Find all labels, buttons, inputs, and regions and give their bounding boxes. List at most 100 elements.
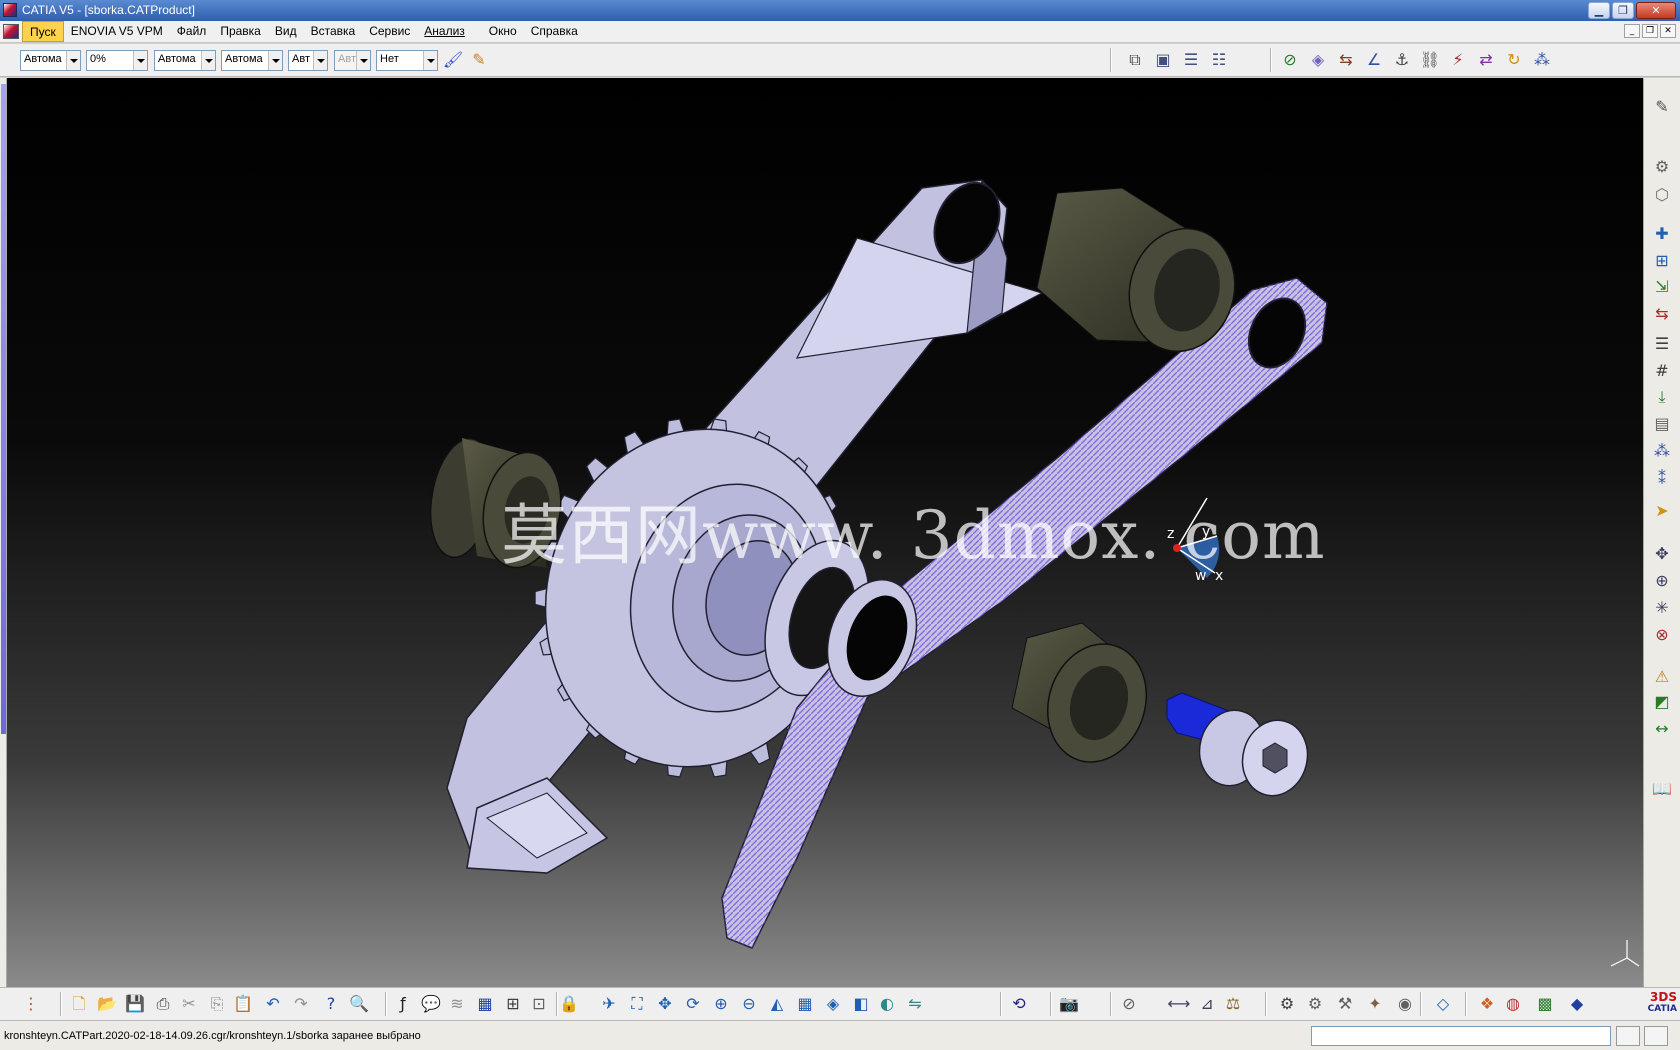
fit-all-icon[interactable]: ⛶ (626, 993, 648, 1015)
measure-inertia-icon[interactable]: ⚖ (1222, 993, 1244, 1015)
menu-tools[interactable]: Сервис (362, 21, 417, 42)
product-structure-icon[interactable]: ⧉ (1124, 49, 1146, 71)
apply-material-icon[interactable]: ◍ (1502, 993, 1524, 1015)
flexible-rigid-icon[interactable]: ⇄ (1475, 49, 1497, 71)
maximize-window-button[interactable]: ❐ (1612, 2, 1634, 19)
chevron-down-icon[interactable] (201, 51, 215, 70)
transparency-combo[interactable]: 0% (86, 50, 148, 71)
replace-component-icon[interactable]: ⇆ (1651, 303, 1673, 325)
document-restore-button[interactable]: ❐ (1642, 24, 1658, 38)
quick-constraint-icon[interactable]: ⚡ (1447, 49, 1469, 71)
chevron-down-icon[interactable] (268, 51, 282, 70)
catalog-browser-icon[interactable]: 📖 (1651, 778, 1673, 800)
document-minimize-button[interactable]: _ (1624, 24, 1640, 38)
existing-component-icon[interactable]: ⊞ (1651, 250, 1673, 272)
measure-icon[interactable]: ⊡ (528, 993, 550, 1015)
left-scrollbar[interactable] (0, 78, 7, 987)
replace-component-icon[interactable]: ☷ (1208, 49, 1230, 71)
catia-logo-icon[interactable]: ◆ (1566, 993, 1588, 1015)
multi-instantiation-icon[interactable]: ⁂ (1651, 440, 1673, 462)
constraint-coincidence-icon[interactable]: ⊘ (1279, 49, 1301, 71)
save-icon[interactable]: 💾 (124, 993, 146, 1015)
scene-icon[interactable]: ◉ (1394, 993, 1416, 1015)
analysis-icon[interactable]: ✦ (1364, 993, 1386, 1015)
catia-app-icon[interactable] (3, 3, 17, 17)
graph-tree-reordering-icon[interactable]: ☰ (1651, 333, 1673, 355)
command-history-button[interactable] (1616, 1026, 1640, 1046)
3d-viewport[interactable]: 莫西网www. 3dmox. com z y w x (7, 78, 1643, 987)
thread-icon[interactable]: ⊘ (1118, 993, 1140, 1015)
document-close-button[interactable]: ✕ (1660, 24, 1676, 38)
sectioning-icon[interactable]: ◩ (1651, 691, 1673, 713)
render-style-icon[interactable]: ◧ (850, 993, 872, 1015)
command-execute-button[interactable] (1644, 1026, 1668, 1046)
menu-edit[interactable]: Правка (213, 21, 268, 42)
existing-component-icon[interactable]: ☰ (1180, 49, 1202, 71)
manipulation-icon[interactable]: ✥ (1651, 543, 1673, 565)
design-table-icon[interactable]: ⊞ (502, 993, 524, 1015)
chevron-down-icon[interactable] (133, 51, 147, 70)
fix-component-icon[interactable]: ⚓ (1391, 49, 1413, 71)
point-type-combo[interactable]: Авт (288, 50, 328, 71)
capture-icon[interactable]: 📷 (1058, 993, 1080, 1015)
constraint-contact-icon[interactable]: ◈ (1307, 49, 1329, 71)
copy-icon[interactable]: ⎘ (206, 993, 228, 1015)
command-input[interactable] (1311, 1026, 1611, 1046)
menu-analysis[interactable]: Анализ (417, 21, 472, 42)
minimize-window-button[interactable]: ▁ (1588, 2, 1610, 19)
pan-icon[interactable]: ✥ (654, 993, 676, 1015)
swap-visible-space-icon[interactable]: ⇋ (904, 993, 926, 1015)
zoom-out-icon[interactable]: ⊖ (738, 993, 760, 1015)
map-icon[interactable]: ▩ (1534, 993, 1556, 1015)
reuse-pattern-icon[interactable]: ⁂ (1531, 49, 1553, 71)
redo-icon[interactable]: ↷ (290, 993, 312, 1015)
measure-item-icon[interactable]: ⊿ (1196, 993, 1218, 1015)
new-component-icon[interactable]: ✚ (1651, 223, 1673, 245)
stop-manipulate-icon[interactable]: ⊗ (1651, 624, 1673, 646)
hide-show-icon[interactable]: ◐ (876, 993, 898, 1015)
painter-icon[interactable]: 🖌 (442, 49, 464, 71)
distance-analysis-icon[interactable]: ↔ (1651, 718, 1673, 740)
layer-combo[interactable]: Нет (376, 50, 438, 71)
multi-view-icon[interactable]: ▦ (794, 993, 816, 1015)
line-type-combo[interactable]: Автома (221, 50, 283, 71)
rotate-icon[interactable]: ⟳ (682, 993, 704, 1015)
selective-load-icon[interactable]: ⤓ (1651, 386, 1673, 408)
scrollbar-thumb[interactable] (1, 84, 6, 734)
color-picker-icon[interactable]: ✎ (468, 49, 490, 71)
snap-icon[interactable]: ⊕ (1651, 570, 1673, 592)
paste-icon[interactable]: 📋 (232, 993, 254, 1015)
manage-representations-icon[interactable]: ▤ (1651, 413, 1673, 435)
search-icon[interactable]: 🔍 (348, 993, 370, 1015)
chevron-down-icon[interactable] (66, 51, 80, 70)
menu-file[interactable]: Файл (170, 21, 214, 42)
fast-multi-instantiation-icon[interactable]: ⁑ (1651, 468, 1673, 490)
settings-icon[interactable]: ⚙ (1276, 993, 1298, 1015)
new-icon[interactable]: 🗋 (68, 993, 90, 1015)
close-window-button[interactable]: ✕ (1636, 2, 1676, 19)
bolt[interactable] (1166, 692, 1316, 803)
menu-view[interactable]: Вид (268, 21, 304, 42)
menu-enovia[interactable]: ENOVIA V5 VPM (64, 21, 170, 42)
fill-color-combo[interactable]: Автома (20, 50, 81, 71)
tool-icon[interactable]: ⚒ (1334, 993, 1356, 1015)
menu-window[interactable]: Окно (482, 21, 524, 42)
clash-icon[interactable]: ⚠ (1651, 666, 1673, 688)
change-constraint-icon[interactable]: ↻ (1503, 49, 1525, 71)
part-icon[interactable]: ⬡ (1651, 184, 1673, 206)
fly-mode-icon[interactable]: ✈ (598, 993, 620, 1015)
existing-component-positioning-icon[interactable]: ⇲ (1651, 276, 1673, 298)
update-icon[interactable]: ⟲ (1008, 993, 1030, 1015)
menu-insert[interactable]: Вставка (304, 21, 363, 42)
sketcher-icon[interactable]: ✎ (1651, 96, 1673, 118)
whats-this-icon[interactable]: ? (320, 993, 342, 1015)
layers-icon[interactable]: ❖ (1476, 993, 1498, 1015)
knowledge-advisor-icon[interactable]: ≋ (446, 993, 468, 1015)
table-icon[interactable]: ▦ (474, 993, 496, 1015)
gears-icon[interactable]: ⚙ (1304, 993, 1326, 1015)
component-icon[interactable]: ▣ (1152, 49, 1174, 71)
open-icon[interactable]: 📂 (96, 993, 118, 1015)
formula-icon[interactable]: ƒ (392, 993, 414, 1015)
constraint-angle-icon[interactable]: ∠ (1363, 49, 1385, 71)
lower-bushing[interactable] (1011, 622, 1161, 775)
